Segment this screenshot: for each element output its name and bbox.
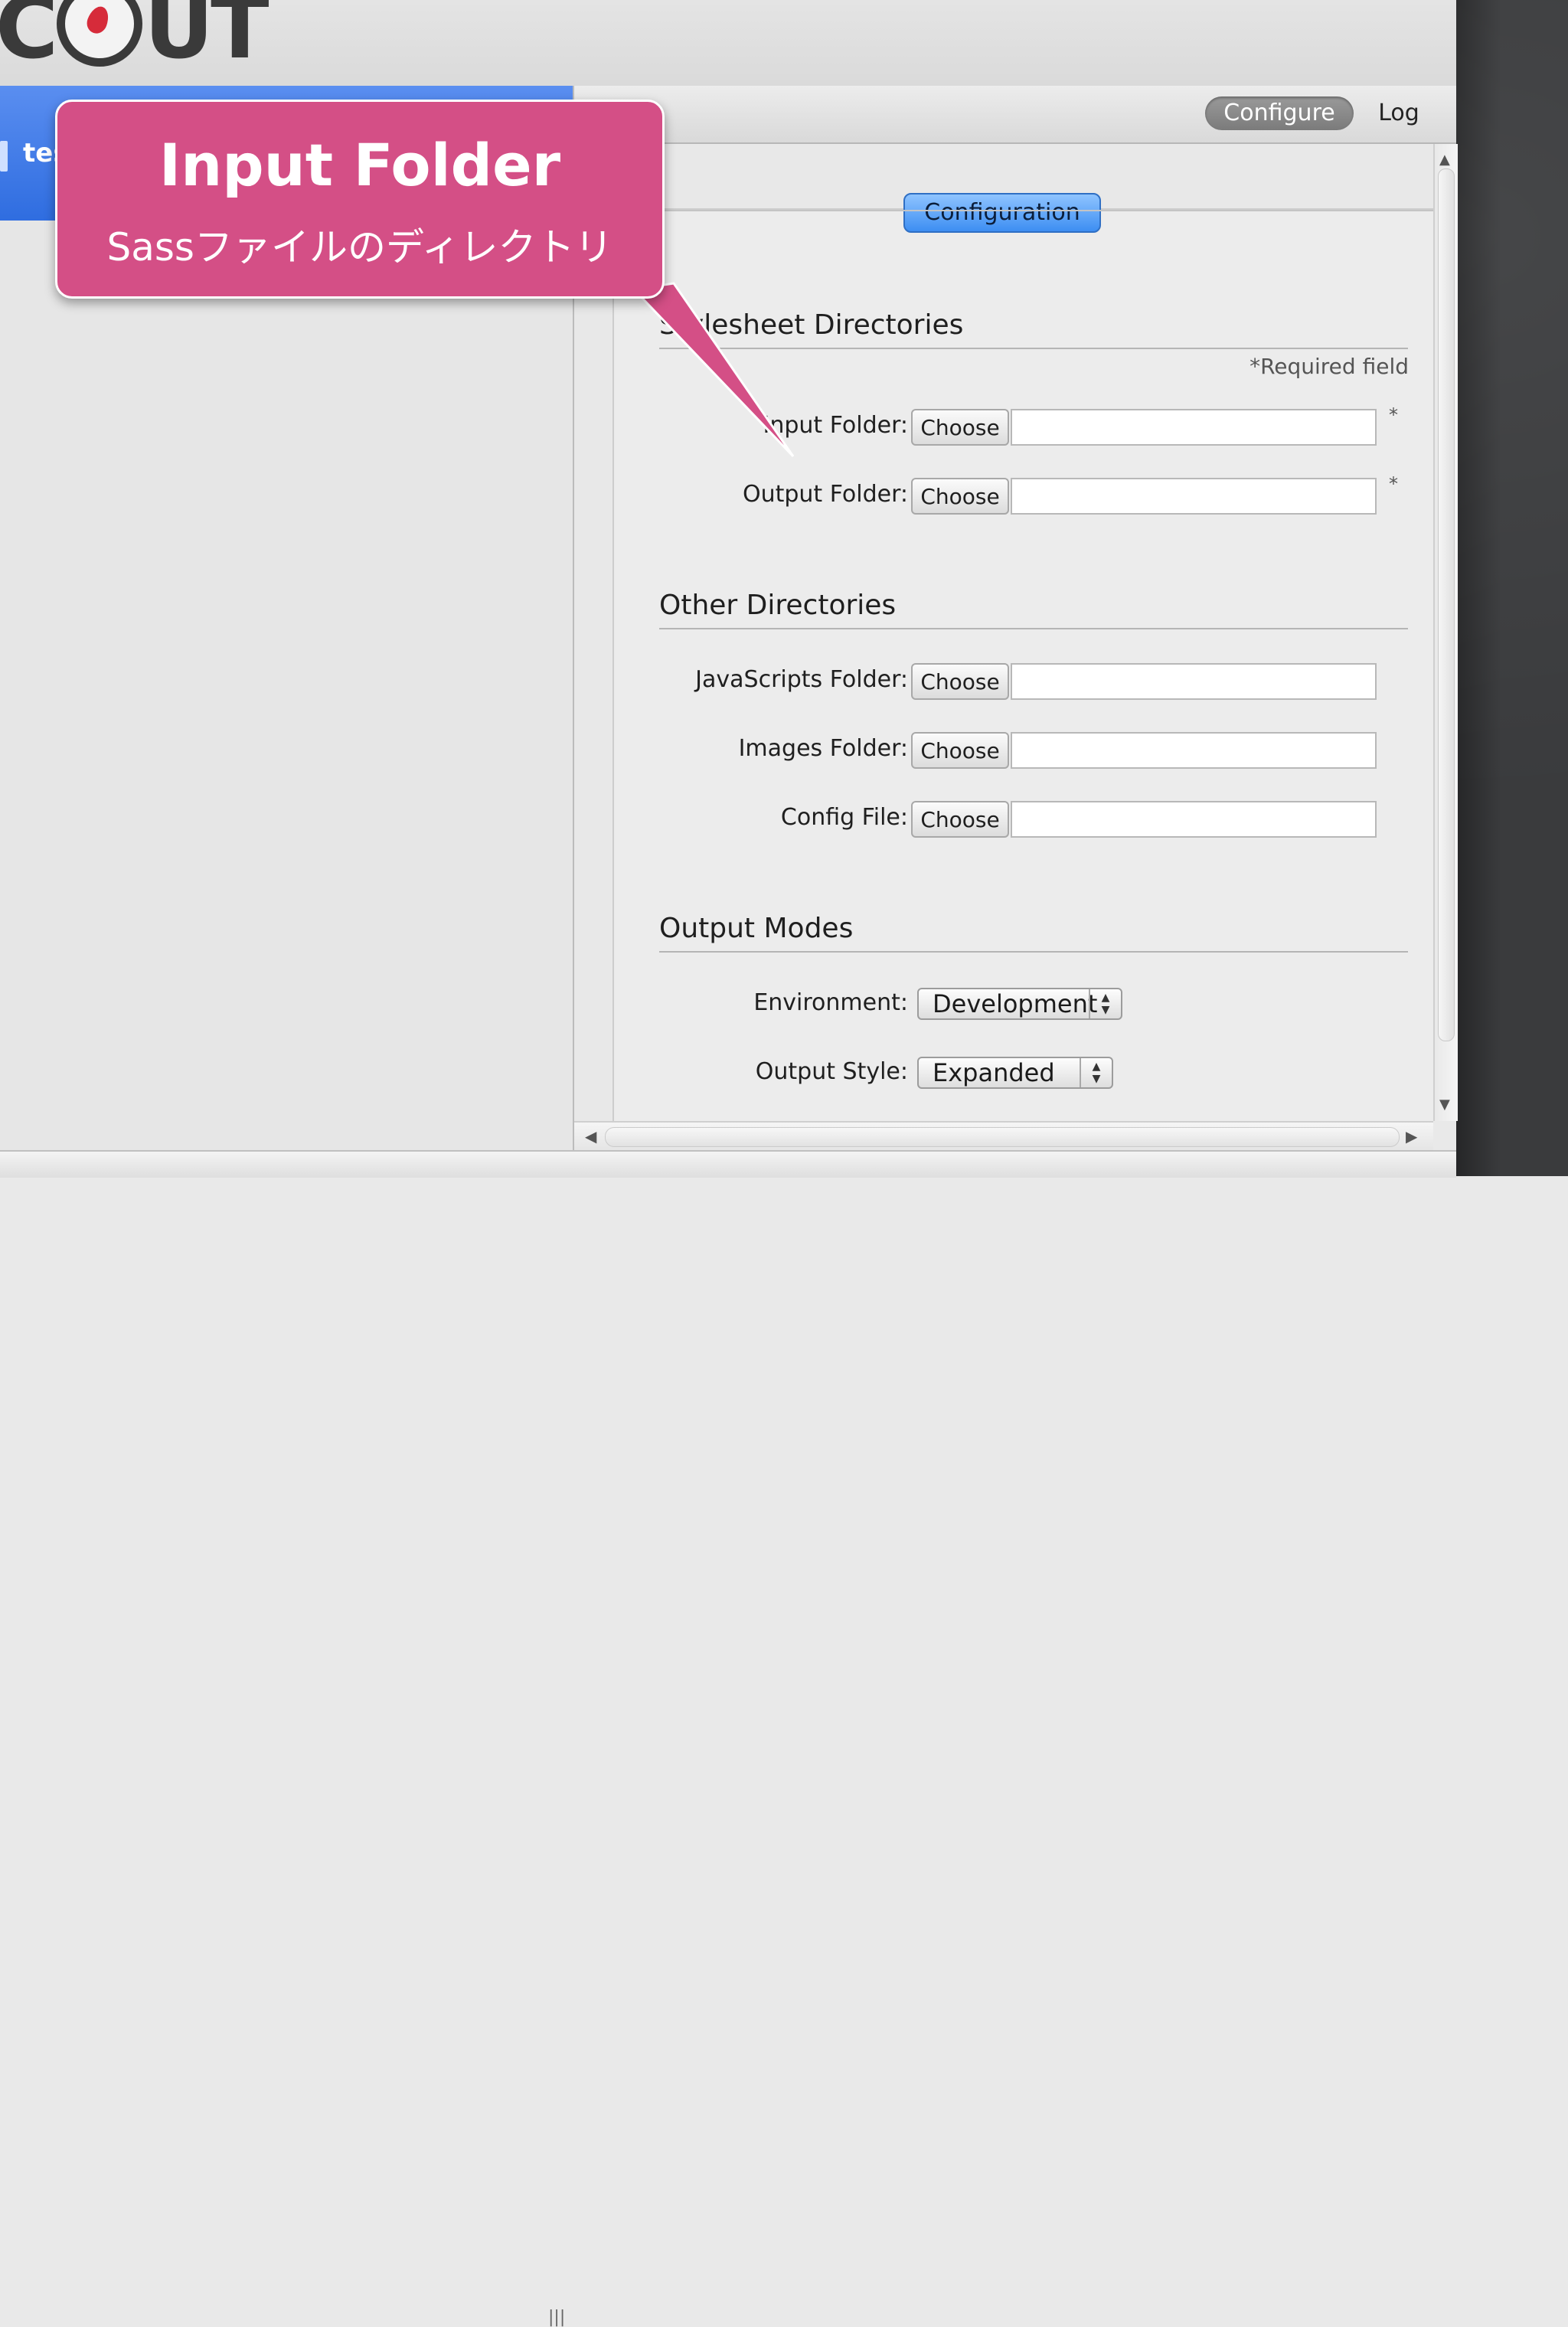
input-folder-choose-button[interactable]: Choose bbox=[911, 409, 1009, 446]
compass-logo-icon bbox=[57, 0, 143, 67]
output-folder-required-mark: * bbox=[1389, 473, 1398, 495]
bottom-bar: ||| bbox=[0, 1150, 1456, 2327]
input-folder-label: Input Folder: bbox=[763, 412, 908, 439]
callout-subtitle: Sassファイルのディレクトリ bbox=[106, 225, 613, 270]
title-bar: C UT bbox=[0, 0, 1456, 87]
images-folder-field[interactable] bbox=[1011, 732, 1377, 769]
required-note: *Required field bbox=[1250, 354, 1409, 379]
input-folder-field[interactable] bbox=[1011, 409, 1377, 446]
section-divider bbox=[659, 951, 1408, 953]
callout-title: Input Folder bbox=[158, 131, 561, 199]
output-folder-label: Output Folder: bbox=[742, 481, 908, 508]
config-file-label: Config File: bbox=[780, 804, 908, 831]
split-handle-icon[interactable]: ||| bbox=[548, 2308, 565, 2327]
section-title-output-modes: Output Modes bbox=[659, 913, 854, 944]
app-logo: C UT bbox=[0, 0, 270, 78]
output-style-select[interactable]: Expanded ▲ ▼ bbox=[917, 1057, 1113, 1089]
environment-value: Development bbox=[933, 989, 1098, 1018]
horizontal-scrollbar[interactable]: ◀ ▶ bbox=[574, 1121, 1433, 1152]
images-folder-choose-button[interactable]: Choose bbox=[911, 732, 1009, 769]
arrow-up-icon[interactable]: ▲ bbox=[1439, 152, 1450, 168]
updown-arrows-icon: ▲ ▼ bbox=[1089, 989, 1121, 1018]
arrow-down-icon[interactable]: ▼ bbox=[1439, 1097, 1450, 1113]
horizontal-scroll-thumb[interactable] bbox=[605, 1127, 1400, 1147]
section-title-other: Other Directories bbox=[659, 590, 897, 621]
arrow-right-icon[interactable]: ▶ bbox=[1406, 1127, 1417, 1146]
output-folder-field[interactable] bbox=[1011, 478, 1377, 515]
javascripts-folder-choose-button[interactable]: Choose bbox=[911, 663, 1009, 700]
section-title-stylesheet: Stylesheet Directories bbox=[659, 309, 964, 341]
javascripts-folder-label: JavaScripts Folder: bbox=[695, 666, 908, 693]
tab-log[interactable]: Log bbox=[1364, 96, 1433, 130]
project-icon bbox=[0, 141, 8, 172]
config-file-field[interactable] bbox=[1011, 801, 1377, 838]
vertical-scrollbar[interactable]: ▲ ▼ bbox=[1433, 144, 1458, 1121]
javascripts-folder-field[interactable] bbox=[1011, 663, 1377, 700]
input-folder-required-mark: * bbox=[1389, 404, 1398, 426]
output-style-label: Output Style: bbox=[755, 1058, 908, 1085]
tab-configure[interactable]: Configure bbox=[1205, 96, 1354, 130]
tab-configuration[interactable]: Configuration bbox=[903, 193, 1101, 233]
vertical-scroll-thumb[interactable] bbox=[1438, 168, 1455, 1041]
annotation-callout: Input Folder Sassファイルのディレクトリ bbox=[55, 100, 665, 299]
output-folder-choose-button[interactable]: Choose bbox=[911, 478, 1009, 515]
background-blackboard bbox=[1456, 0, 1568, 1176]
environment-label: Environment: bbox=[753, 989, 908, 1016]
toolbar: Configure Log bbox=[574, 86, 1456, 144]
tab-divider bbox=[635, 210, 1433, 211]
config-file-choose-button[interactable]: Choose bbox=[911, 801, 1009, 838]
environment-select[interactable]: Development ▲ ▼ bbox=[917, 988, 1122, 1020]
configuration-panel: Configuration Stylesheet Directories *Re… bbox=[574, 144, 1433, 1121]
section-divider bbox=[659, 348, 1408, 349]
section-divider bbox=[659, 628, 1408, 629]
images-folder-label: Images Folder: bbox=[738, 735, 908, 762]
arrow-left-icon[interactable]: ◀ bbox=[585, 1127, 596, 1146]
updown-arrows-icon: ▲ ▼ bbox=[1080, 1058, 1112, 1087]
output-style-value: Expanded bbox=[933, 1058, 1055, 1087]
